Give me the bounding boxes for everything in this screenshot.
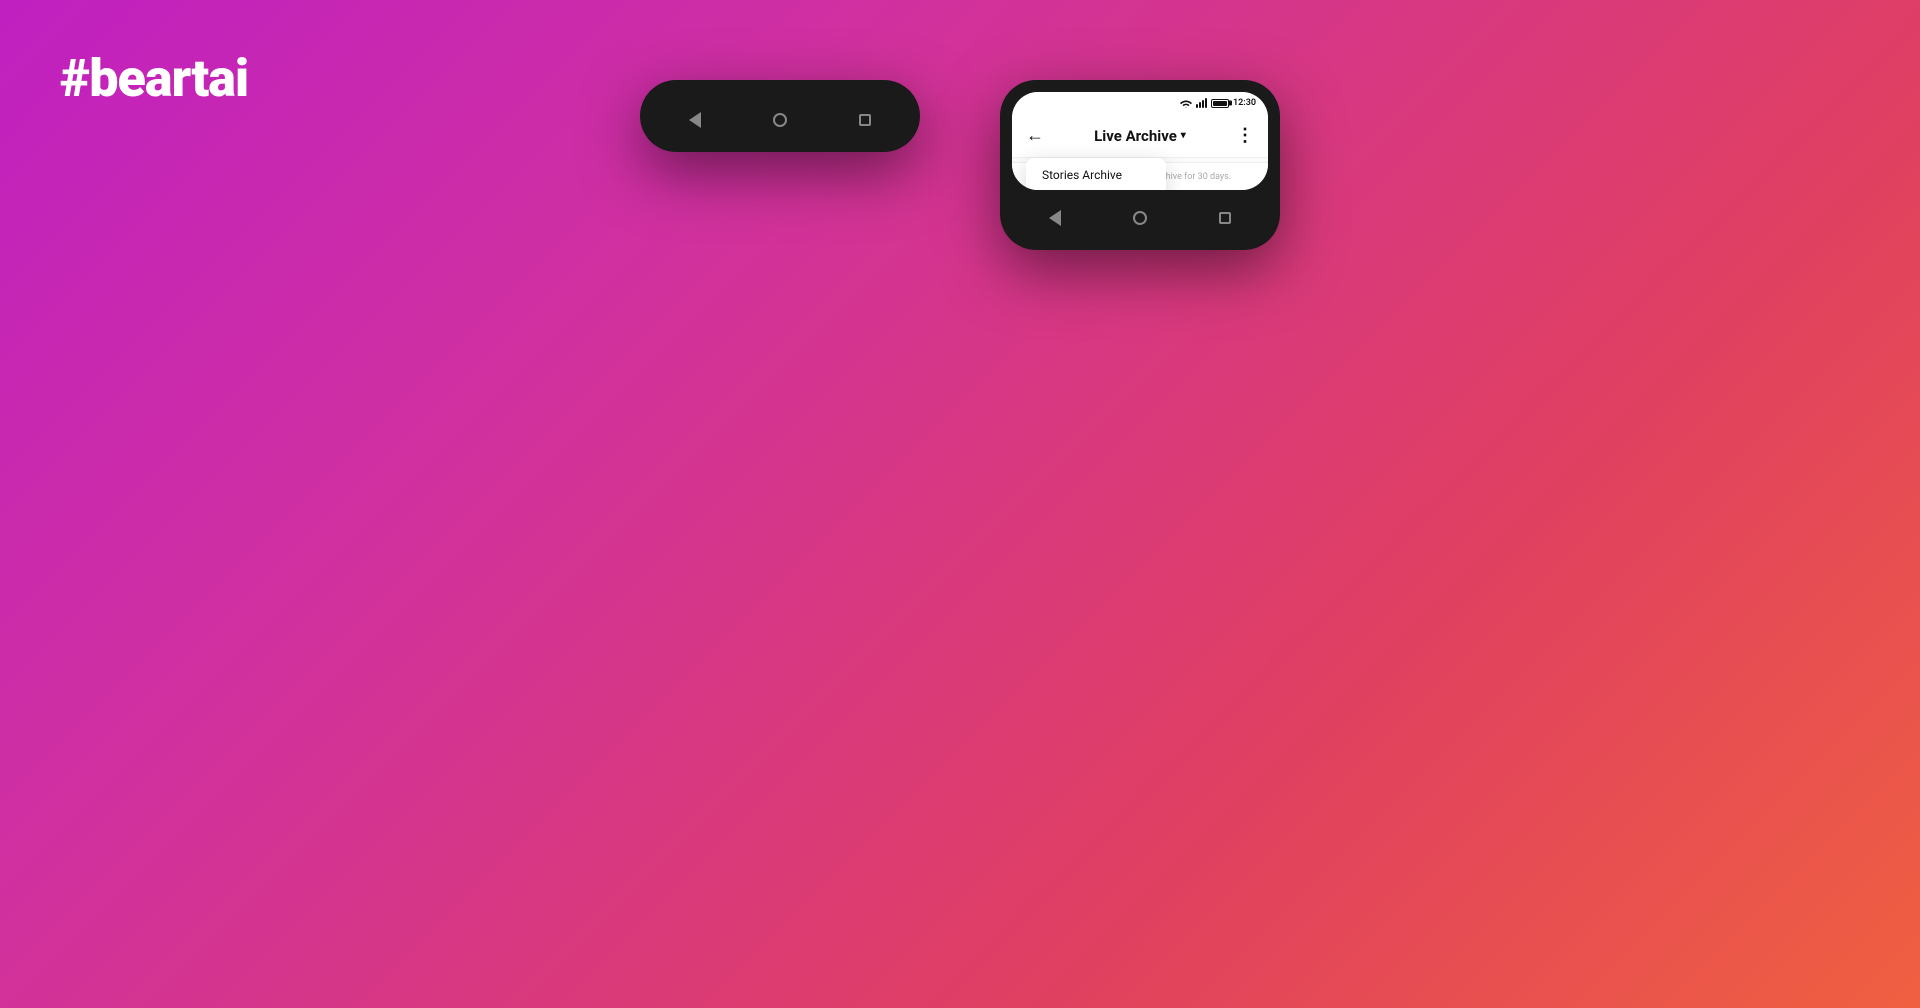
back-arrow-icon[interactable]: ← — [1026, 125, 1044, 146]
wifi-icon — [1180, 98, 1192, 108]
header-title-text: Live Archive — [1094, 127, 1177, 145]
more-options-icon[interactable]: ⋮ — [1236, 125, 1254, 146]
phone2-recents-nav[interactable] — [1217, 210, 1233, 226]
phone-2-nav — [1012, 198, 1268, 238]
home-nav-button[interactable] — [772, 112, 788, 128]
phone2-back-icon — [1049, 210, 1061, 226]
status-bar: 12:30 — [1012, 92, 1268, 114]
back-nav-button[interactable] — [687, 112, 703, 128]
wifi-signal — [1180, 98, 1192, 108]
phone-notch — [750, 80, 810, 88]
recents-nav-button[interactable] — [857, 112, 873, 128]
battery-icon — [1211, 99, 1229, 108]
signal-bars — [1196, 98, 1207, 108]
archive-screen: 12:30 ← Live Archive ▾ ⋮ Stories Archive… — [1012, 92, 1268, 190]
time-display: 12:30 — [1233, 98, 1256, 108]
phone2-back-nav[interactable] — [1047, 210, 1063, 226]
recents-nav-icon — [859, 114, 871, 126]
phone-2: 12:30 ← Live Archive ▾ ⋮ Stories Archive… — [1000, 80, 1280, 250]
phone2-recents-icon — [1219, 212, 1231, 224]
phone2-home-nav[interactable] — [1132, 210, 1148, 226]
phone2-home-icon — [1133, 211, 1147, 225]
chevron-down-icon: ▾ — [1181, 130, 1186, 141]
back-nav-icon — [689, 112, 701, 128]
stories-archive-item[interactable]: Stories Archive — [1026, 158, 1166, 190]
phones-container: ⚡ ✕ 92 followers active now — [640, 80, 1280, 250]
header-title-group[interactable]: Live Archive ▾ — [1094, 127, 1186, 145]
phone-2-screen: 12:30 ← Live Archive ▾ ⋮ Stories Archive… — [1012, 92, 1268, 190]
phone-1-nav — [652, 100, 908, 140]
phone-2-notch — [1110, 80, 1170, 88]
phone-1: ⚡ ✕ 92 followers active now — [640, 80, 920, 152]
logo-text: #beartai — [60, 48, 248, 109]
archive-dropdown-menu: Stories Archive Post Archive Live Archiv… — [1026, 158, 1166, 190]
brand-logo: #beartai — [60, 48, 248, 109]
home-nav-icon — [773, 113, 787, 127]
app-header: ← Live Archive ▾ ⋮ Stories Archive Post … — [1012, 114, 1268, 158]
